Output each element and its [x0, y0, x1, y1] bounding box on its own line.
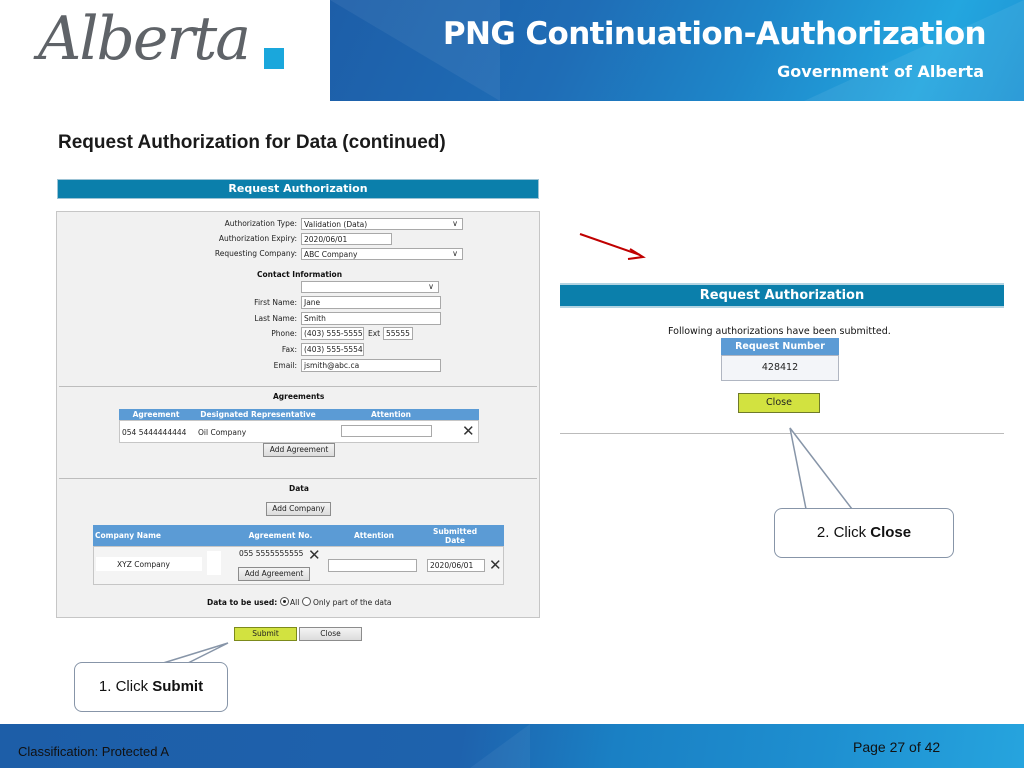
callout-2-action: Close	[870, 524, 912, 541]
agreement-table-row: 054 5444444444 Oil Company ✕	[119, 420, 479, 443]
usage-all-label: All	[290, 598, 300, 607]
phone-input[interactable]: (403) 555-5555	[301, 327, 364, 340]
remove-agreement-no-icon[interactable]: ✕	[308, 548, 321, 563]
usage-partial-radio[interactable]	[302, 597, 311, 606]
confirmation-close-button[interactable]: Close	[738, 393, 820, 413]
agreements-title: Agreements	[273, 392, 325, 401]
confirmation-title-bar: Request Authorization	[560, 283, 1004, 308]
submitted-date-column-header: Submitted Date	[423, 525, 487, 546]
usage-partial-label: Only part of the data	[313, 598, 392, 607]
attention-column-header: Attention	[323, 409, 459, 420]
data-title: Data	[289, 484, 309, 493]
section-divider	[59, 478, 537, 479]
agreement-no-value: 055 5555555555	[239, 549, 304, 558]
classification-label: Classification: Protected A	[18, 744, 170, 759]
red-arrow-head-icon	[627, 248, 646, 260]
callout-step-1: 1. Click Submit	[74, 662, 228, 712]
requesting-company-select[interactable]: ABC Company	[301, 248, 463, 260]
fax-input[interactable]: (403) 555-5554	[301, 343, 364, 356]
company-name-column-header: Company Name	[93, 525, 236, 546]
confirmation-divider	[560, 433, 1004, 434]
callout-1-pointer	[159, 642, 229, 665]
submitted-date-input[interactable]: 2020/06/01	[427, 559, 485, 572]
callout-2-prefix: 2. Click	[816, 524, 871, 541]
authorization-expiry-label: Authorization Expiry:	[218, 234, 297, 243]
contact-select[interactable]	[301, 281, 439, 293]
ext-label: Ext	[368, 329, 381, 338]
logo-wordmark: Alberta	[38, 4, 251, 74]
form-title-bar: Request Authorization	[57, 179, 539, 199]
red-arrow-line	[579, 233, 641, 256]
ext-input[interactable]: 55555	[383, 327, 413, 340]
callout-1-action: Submit	[152, 678, 204, 695]
last-name-input[interactable]: Smith	[301, 312, 441, 325]
footer-bar: Classification: Protected A Page 27 of 4…	[0, 724, 1024, 768]
page-number: Page 27 of 42	[853, 739, 941, 755]
alberta-logo: Alberta	[0, 0, 330, 101]
authorization-type-label: Authorization Type:	[224, 219, 297, 228]
company-name-field[interactable]: XYZ Company	[96, 557, 202, 571]
phone-label: Phone:	[271, 329, 297, 338]
request-authorization-form: Authorization Type: Validation (Data) Au…	[56, 211, 540, 618]
email-input[interactable]: jsmith@abc.ca	[301, 359, 441, 372]
agreement-number: 054 5444444444	[122, 428, 187, 437]
callout-step-2: 2. Click Close	[774, 508, 954, 558]
contact-information-title: Contact Information	[257, 270, 343, 279]
form-close-button[interactable]: Close	[299, 627, 362, 641]
slide-heading: Request Authorization for Data (continue…	[58, 132, 446, 153]
fax-label: Fax:	[281, 345, 297, 354]
data-attention-column-header: Attention	[325, 525, 423, 546]
logo-square-icon	[264, 48, 284, 69]
first-name-input[interactable]: Jane	[301, 296, 441, 309]
usage-all-radio[interactable]	[280, 597, 289, 606]
callout-1-prefix: 1. Click	[98, 678, 153, 695]
first-name-label: First Name:	[254, 298, 297, 307]
designated-representative: Oil Company	[198, 428, 247, 437]
agreement-column-header: Agreement	[119, 409, 193, 420]
presentation-title: PNG Continuation-Authorization	[442, 16, 987, 52]
add-agreement-button[interactable]: Add Agreement	[263, 443, 335, 457]
data-attention-input[interactable]	[328, 559, 417, 572]
remove-column-header	[459, 409, 479, 420]
authorization-expiry-input[interactable]: 2020/06/01	[301, 233, 392, 245]
agreement-attention-input[interactable]	[341, 425, 432, 437]
remove-company-icon[interactable]: ✕	[489, 558, 502, 573]
callout-2-pointer	[789, 427, 854, 510]
remove-column-header	[487, 525, 504, 546]
confirmation-message: Following authorizations have been submi…	[668, 326, 891, 337]
remove-agreement-icon[interactable]: ✕	[462, 424, 475, 439]
data-table-row: XYZ Company 055 5555555555 ✕ Add Agreeme…	[93, 546, 504, 585]
footer-facet	[470, 724, 530, 768]
presentation-subtitle: Government of Alberta	[777, 62, 984, 81]
agreement-no-column-header: Agreement No.	[236, 525, 325, 546]
request-number-header: Request Number	[721, 338, 839, 355]
request-number-value: 428412	[721, 355, 839, 381]
data-usage-label: Data to be used:	[207, 598, 278, 607]
data-add-agreement-button[interactable]: Add Agreement	[238, 567, 310, 581]
section-divider	[59, 386, 537, 387]
email-label: Email:	[273, 361, 297, 370]
add-company-button[interactable]: Add Company	[266, 502, 331, 516]
requesting-company-label: Requesting Company:	[214, 249, 297, 258]
designated-representative-column-header: Designated Representative	[193, 409, 323, 420]
submit-button[interactable]: Submit	[234, 627, 297, 641]
authorization-type-select[interactable]: Validation (Data)	[301, 218, 463, 230]
header-banner: PNG Continuation-Authorization Governmen…	[330, 0, 1024, 101]
last-name-label: Last Name:	[254, 314, 297, 323]
company-name-spacer	[207, 551, 221, 575]
